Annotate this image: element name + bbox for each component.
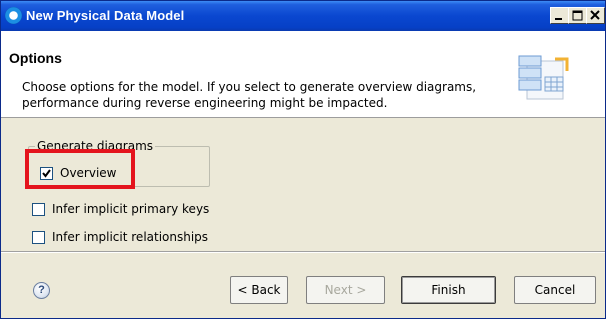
infer-primary-keys-row[interactable]: Infer implicit primary keys [32, 202, 209, 216]
infer-relationships-checkbox[interactable] [32, 230, 45, 244]
minimize-icon [555, 18, 562, 20]
footer-separator [1, 251, 605, 253]
data-model-wizard-icon [518, 55, 569, 100]
back-button[interactable]: < Back [230, 276, 288, 304]
help-icon[interactable]: ? [33, 282, 50, 299]
app-icon [5, 7, 22, 24]
minimize-button[interactable] [550, 7, 569, 24]
dialog-window: New Physical Data Model Options Choose o… [0, 0, 606, 319]
page-title: Options [9, 50, 62, 66]
infer-primary-keys-label: Infer implicit primary keys [52, 202, 210, 216]
infer-primary-keys-checkbox[interactable] [32, 202, 45, 216]
infer-relationships-label: Infer implicit relationships [52, 230, 209, 244]
close-icon [590, 10, 600, 20]
highlight-box [25, 149, 135, 189]
maximize-icon [572, 10, 583, 21]
window-title: New Physical Data Model [26, 8, 185, 23]
cancel-button[interactable]: Cancel [514, 276, 596, 304]
infer-relationships-row[interactable]: Infer implicit relationships [32, 230, 208, 244]
title-bar[interactable]: New Physical Data Model [1, 1, 605, 31]
next-button[interactable]: Next > [306, 276, 385, 304]
page-description: Choose options for the model. If you sel… [22, 80, 477, 110]
finish-button[interactable]: Finish [401, 276, 496, 304]
close-button[interactable] [586, 7, 605, 24]
maximize-button[interactable] [568, 7, 587, 24]
